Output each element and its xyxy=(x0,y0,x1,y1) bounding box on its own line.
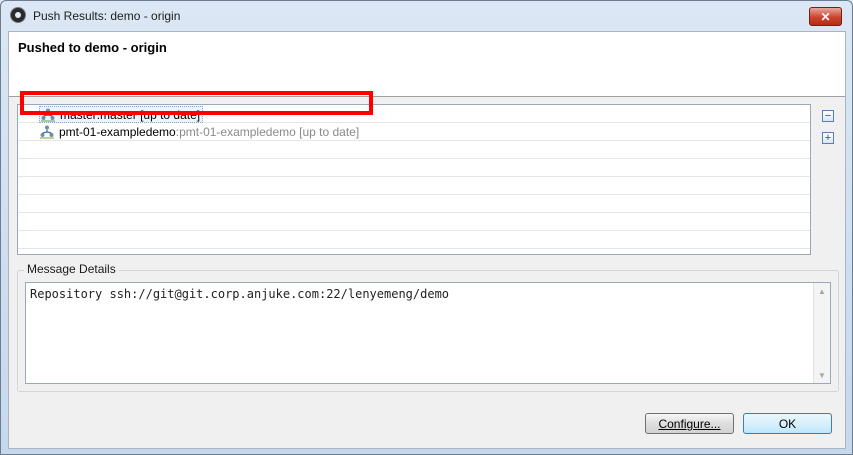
tree-row-empty xyxy=(18,231,810,249)
remote-ref: master xyxy=(100,107,137,122)
close-button[interactable]: ✕ xyxy=(809,7,842,26)
ref-item-master[interactable]: master: master [up to date] xyxy=(39,106,204,123)
eclipse-app-icon xyxy=(11,8,25,22)
window-title: Push Results: demo - origin xyxy=(33,9,181,23)
tree-row[interactable]: pmt-01-exampledemo: pmt-01-exampledemo [… xyxy=(18,123,810,141)
ref-item-pmt-01-exampledemo[interactable]: pmt-01-exampledemo: pmt-01-exampledemo [… xyxy=(39,124,361,139)
scroll-down-arrow-icon[interactable]: ▼ xyxy=(814,368,830,382)
remote-ref: pmt-01-exampledemo xyxy=(179,124,296,139)
message-text: Repository ssh://git@git.corp.anjuke.com… xyxy=(30,287,450,301)
message-details-label: Message Details xyxy=(24,262,119,276)
message-details-textarea[interactable]: Repository ssh://git@git.corp.anjuke.com… xyxy=(25,282,831,384)
message-details-group: Message Details Repository ssh://git@git… xyxy=(17,262,839,392)
push-status: [up to date] xyxy=(299,124,360,139)
local-ref: pmt-01-exampledemo xyxy=(59,124,176,139)
push-results-window: Push Results: demo - origin ✕ Pushed to … xyxy=(0,0,853,455)
push-status: [up to date] xyxy=(140,107,201,122)
branch-push-icon xyxy=(39,125,55,139)
configure-button-label: Configure... xyxy=(658,416,721,431)
vertical-scrollbar[interactable]: ▲ ▼ xyxy=(813,283,830,383)
page-title: Pushed to demo - origin xyxy=(18,40,167,55)
dialog-client-area: Pushed to demo - origin master: master [… xyxy=(8,31,846,449)
tree-row-empty xyxy=(18,213,810,231)
local-ref: master xyxy=(60,107,97,122)
tree-row-empty xyxy=(18,141,810,159)
tree-row-empty xyxy=(18,177,810,195)
ok-button[interactable]: OK xyxy=(743,413,832,434)
ref-results-tree[interactable]: master: master [up to date] pmt-01-examp… xyxy=(17,104,811,255)
dialog-header: Pushed to demo - origin xyxy=(9,32,845,97)
expand-all-button[interactable]: + xyxy=(822,132,834,144)
collapse-all-button[interactable]: − xyxy=(822,110,834,122)
tree-row[interactable]: master: master [up to date] xyxy=(18,105,810,123)
scroll-up-arrow-icon[interactable]: ▲ xyxy=(814,284,830,298)
tree-row-empty xyxy=(18,195,810,213)
title-bar[interactable]: Push Results: demo - origin ✕ xyxy=(1,1,852,31)
configure-button[interactable]: Configure... xyxy=(645,413,734,434)
branch-push-icon xyxy=(40,108,56,122)
tree-row-empty xyxy=(18,159,810,177)
